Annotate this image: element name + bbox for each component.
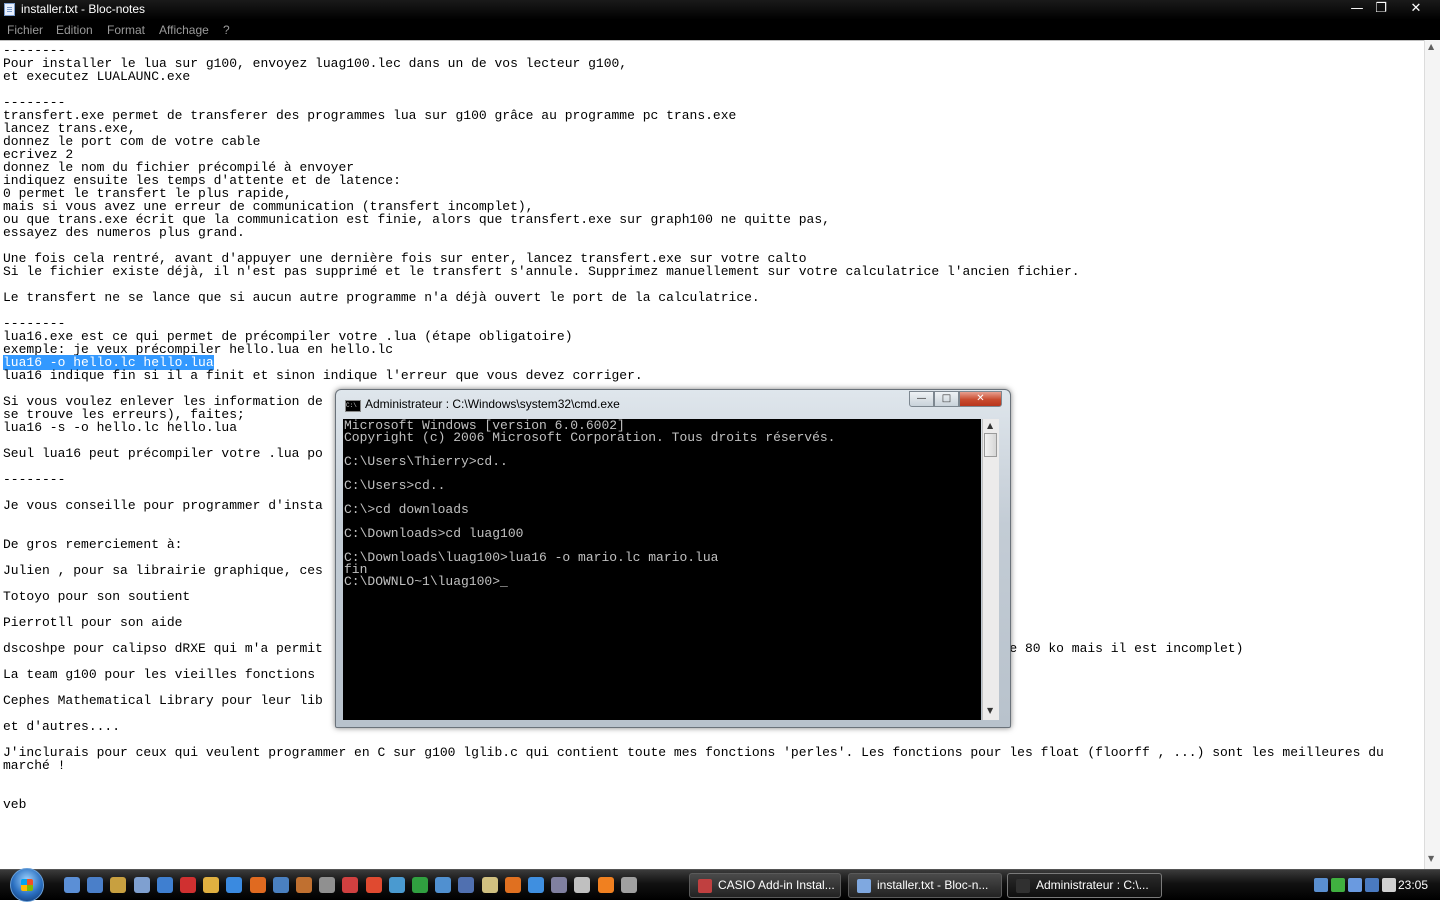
cmd-maximize-button[interactable]: □	[934, 391, 959, 407]
folder-icon[interactable]	[203, 877, 220, 893]
video-icon[interactable]	[574, 877, 591, 893]
network-tray-icon[interactable]	[1314, 878, 1328, 892]
scroll-up-arrow-icon[interactable]: ▲	[1428, 42, 1434, 51]
task-label: CASIO Add-in Instal...	[718, 878, 835, 892]
cmd-window[interactable]: C:\ Administrateur : C:\Windows\system32…	[335, 389, 1011, 728]
console-prompt: C:\DOWNLO~1\luag100>	[344, 574, 501, 589]
notepad-icon	[4, 3, 15, 16]
thunderbird-icon[interactable]	[272, 877, 289, 893]
taskbar-button-2[interactable]: installer.txt - Bloc-n...	[848, 873, 1002, 898]
clock[interactable]: 23:05	[1398, 878, 1428, 892]
vlc-icon[interactable]	[597, 877, 614, 893]
task-label: installer.txt - Bloc-n...	[877, 878, 989, 892]
taskbar-button-3[interactable]: Administrateur : C:\...	[1007, 873, 1162, 898]
cmd-close-button[interactable]: ✕	[959, 391, 1002, 407]
media-icon[interactable]	[481, 877, 498, 893]
browser-icon[interactable]	[528, 877, 544, 893]
app-icon[interactable]	[133, 877, 150, 893]
puzzle-icon[interactable]	[504, 877, 521, 893]
cmd-scroll-down-icon[interactable]: ▼	[987, 706, 993, 715]
games-icon[interactable]	[296, 877, 312, 893]
task-app-icon	[698, 879, 712, 893]
window-title: installer.txt - Bloc-notes	[21, 2, 146, 16]
firefox-icon[interactable]	[249, 877, 266, 893]
switch-windows-icon[interactable]	[87, 877, 104, 893]
cmd-title-bar[interactable]: C:\ Administrateur : C:\Windows\system32…	[336, 390, 1010, 417]
system-tray: 23:05	[1306, 870, 1440, 901]
ie-icon[interactable]	[226, 877, 243, 893]
taskbar-button-1[interactable]: CASIO Add-in Instal...	[689, 873, 841, 898]
menu-bar: Fichier Edition Format Affichage ?	[0, 20, 1440, 40]
notepad-title-bar[interactable]: installer.txt - Bloc-notes — ❐ ✕	[0, 0, 1440, 20]
menu-affichage[interactable]: Affichage	[159, 23, 209, 37]
volume-icon[interactable]	[620, 877, 637, 893]
tools-icon[interactable]	[342, 877, 359, 893]
help-icon[interactable]	[458, 877, 475, 893]
tool-icon[interactable]	[110, 877, 127, 893]
taskbar: CASIO Add-in Instal... installer.txt - Bl…	[0, 868, 1440, 902]
console-lines: Microsoft Windows [version 6.0.6002] Cop…	[344, 419, 836, 577]
cmd-window-title: Administrateur : C:\Windows\system32\cmd…	[365, 397, 620, 411]
menu-fichier[interactable]: Fichier	[7, 23, 43, 37]
console-cursor: _	[500, 574, 508, 589]
sync-tray-icon[interactable]	[1348, 878, 1362, 892]
scroll-down-arrow-icon[interactable]: ▼	[1428, 854, 1434, 863]
excel-icon[interactable]	[412, 877, 428, 893]
monitor-tray-icon[interactable]	[1365, 878, 1379, 892]
cmd-scroll-up-icon[interactable]: ▲	[987, 421, 993, 430]
task-label: Administrateur : C:\...	[1036, 878, 1149, 892]
sync-icon[interactable]	[365, 877, 382, 893]
console-text: Microsoft Windows [version 6.0.6002] Cop…	[344, 419, 836, 589]
chart-icon[interactable]	[156, 877, 173, 893]
volume-tray-icon[interactable]	[1382, 878, 1396, 892]
task-app-icon	[1016, 879, 1030, 893]
settings-icon[interactable]	[319, 877, 336, 893]
cmd-minimize-button[interactable]: —	[909, 391, 934, 407]
check-tray-icon[interactable]	[1331, 878, 1345, 892]
menu-edition[interactable]: Edition	[56, 23, 93, 37]
close-button[interactable]: ✕	[1404, 0, 1428, 18]
text-before-selection: -------- Pour installer le lua sur g100,…	[3, 43, 1080, 357]
maximize-button[interactable]: ❐	[1370, 0, 1392, 18]
task-app-icon	[857, 879, 871, 893]
image-icon[interactable]	[551, 877, 568, 893]
cmd-scrollbar[interactable]: ▲ ▼	[982, 419, 999, 720]
gmail-icon[interactable]	[180, 877, 196, 893]
console-output[interactable]: Microsoft Windows [version 6.0.6002] Cop…	[343, 419, 981, 720]
menu-help[interactable]: ?	[223, 23, 230, 37]
cmd-scroll-thumb[interactable]	[984, 433, 997, 457]
minimize-button[interactable]: —	[1346, 0, 1368, 18]
network-icon[interactable]	[388, 877, 405, 893]
editor-scrollbar[interactable]: ▲ ▼	[1424, 40, 1440, 869]
start-button[interactable]	[10, 868, 44, 902]
menu-format[interactable]: Format	[107, 23, 145, 37]
show-desktop-icon[interactable]	[64, 877, 80, 893]
cmd-icon: C:\	[345, 400, 361, 412]
globe-icon[interactable]	[435, 877, 452, 893]
